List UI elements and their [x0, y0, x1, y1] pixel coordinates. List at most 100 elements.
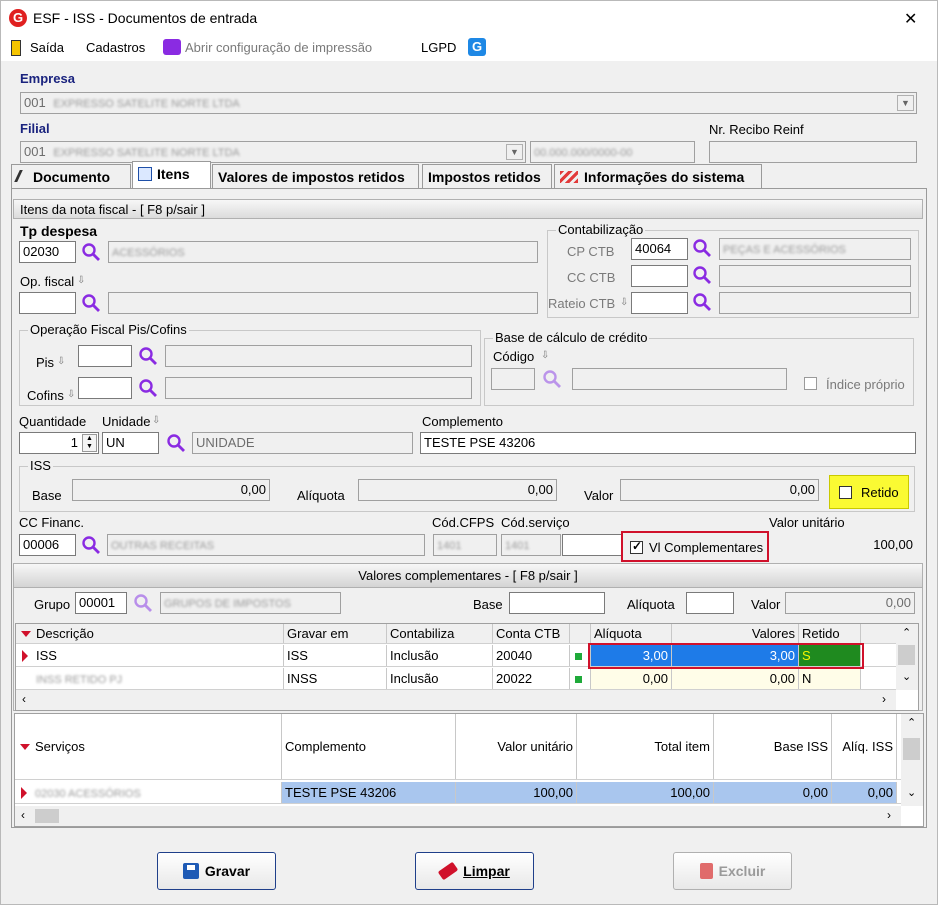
excluir-button[interactable]: Excluir — [673, 852, 792, 890]
cc-ctb-search-icon[interactable] — [692, 265, 712, 285]
unidade-code-field[interactable]: UN — [102, 432, 159, 454]
col-retido[interactable]: Retido — [799, 624, 861, 643]
menu-saida[interactable]: Saída — [30, 40, 64, 55]
lgpd-logo-icon[interactable]: G — [468, 38, 486, 56]
menu-lgpd[interactable]: LGPD — [421, 40, 456, 55]
tab-valores-impostos[interactable]: Valores de impostos retidos — [212, 164, 419, 189]
comp-valor-label: Valor — [751, 597, 781, 612]
rateio-sort-icon: ⇩ — [620, 297, 629, 308]
vl-complementares-checkbox[interactable]: ✓ Vl Complementares — [621, 531, 769, 562]
cell-retido[interactable]: N — [799, 668, 861, 689]
scroll-thumb[interactable] — [898, 645, 915, 665]
scroll-right-icon[interactable]: › — [887, 808, 891, 822]
quantidade-field[interactable]: 1 ▲ ▼ — [19, 432, 99, 454]
quantidade-spinner-icon[interactable]: ▲ ▼ — [82, 434, 97, 452]
cell-contabiliza: Inclusão — [387, 668, 493, 689]
cell-complemento: TESTE PSE 43206 — [282, 782, 456, 803]
hscroll-thumb[interactable] — [35, 809, 59, 823]
cofins-search-icon[interactable] — [138, 378, 158, 398]
col-complemento[interactable]: Complemento — [282, 714, 456, 779]
col-servicos[interactable]: Serviços — [32, 714, 282, 779]
table-row[interactable]: 02030 ACESSÓRIOS TESTE PSE 43206 100,00 … — [15, 782, 923, 804]
base-credito-search-icon[interactable] — [542, 369, 562, 389]
pis-search-icon[interactable] — [138, 346, 158, 366]
scroll-up-icon[interactable]: ⌃ — [907, 716, 916, 729]
grupo-search-icon[interactable] — [133, 593, 153, 613]
gravar-button[interactable]: Gravar — [157, 852, 276, 890]
comp-aliquota-field[interactable] — [686, 592, 734, 614]
col-total-item[interactable]: Total item — [577, 714, 714, 779]
complementares-vscrollbar[interactable]: ⌃ ⌄ — [896, 624, 918, 690]
complementares-grid[interactable]: Descrição Gravar em Contabiliza Conta CT… — [15, 623, 919, 711]
cc-ctb-code-field[interactable] — [631, 265, 688, 287]
servicos-grid[interactable]: Serviços Complemento Valor unitário Tota… — [14, 713, 924, 827]
iss-retido-checkbox[interactable]: Retido — [829, 475, 909, 509]
tab-documento[interactable]: Documento — [11, 164, 131, 189]
scroll-right-icon[interactable]: › — [882, 692, 886, 706]
close-icon[interactable]: ✕ — [904, 9, 917, 29]
rateio-ctb-search-icon[interactable] — [692, 292, 712, 312]
empresa-field[interactable]: 001 EXPRESSO SATELITE NORTE LTDA ▼ — [20, 92, 917, 114]
col-valor-unitario[interactable]: Valor unitário — [456, 714, 577, 779]
trash-icon — [699, 863, 713, 879]
recibo-field[interactable] — [709, 141, 917, 163]
complementares-hscrollbar[interactable]: ‹ › — [16, 690, 896, 710]
col-descricao[interactable]: Descrição — [33, 624, 284, 643]
unidade-label: Unidade — [102, 414, 151, 429]
tab-impostos-retidos[interactable]: Impostos retidos — [422, 164, 552, 189]
pis-cofins-title: Operação Fiscal Pis/Cofins — [28, 322, 189, 337]
col-conta[interactable]: Conta CTB — [493, 624, 570, 643]
table-row[interactable]: INSS RETIDO PJ INSS Inclusão 20022 0,00 … — [16, 668, 918, 690]
tp-despesa-search-icon[interactable] — [81, 242, 101, 262]
save-icon — [182, 863, 199, 879]
servicos-hscrollbar[interactable]: ‹ › — [15, 806, 901, 826]
cp-ctb-search-icon[interactable] — [692, 238, 712, 258]
cell-aliquota[interactable]: 0,00 — [591, 668, 672, 689]
filial-field[interactable]: 001 EXPRESSO SATELITE NORTE LTDA ▼ — [20, 141, 526, 163]
retido-check-box[interactable] — [839, 486, 852, 499]
cc-financ-search-icon[interactable] — [81, 535, 101, 555]
grupo-code-field[interactable]: 00001 — [75, 592, 127, 614]
complemento-field[interactable]: TESTE PSE 43206 — [420, 432, 916, 454]
cc-financ-code-field[interactable]: 00006 — [19, 534, 76, 556]
servicos-vscrollbar[interactable]: ⌃ ⌄ — [901, 714, 923, 806]
tab-itens[interactable]: Itens — [132, 161, 211, 189]
cofins-desc-field — [165, 377, 472, 399]
col-valores[interactable]: Valores — [672, 624, 799, 643]
indice-proprio-checkbox[interactable] — [804, 377, 817, 390]
scroll-left-icon[interactable]: ‹ — [21, 808, 25, 822]
scroll-thumb[interactable] — [903, 738, 920, 760]
menu-cadastros[interactable]: Cadastros — [86, 40, 145, 55]
col-contabiliza[interactable]: Contabiliza — [387, 624, 493, 643]
cp-ctb-code-field[interactable]: 40064 — [631, 238, 688, 260]
scroll-down-icon[interactable]: ⌄ — [907, 786, 916, 799]
cofins-code-field[interactable] — [78, 377, 132, 399]
cell-valores[interactable]: 0,00 — [672, 668, 799, 689]
scroll-left-icon[interactable]: ‹ — [22, 692, 26, 706]
col-aliquota[interactable]: Alíquota — [591, 624, 672, 643]
filial-dropdown-icon[interactable]: ▼ — [506, 144, 523, 160]
vl-complementares-check[interactable]: ✓ — [630, 539, 643, 554]
cell-descricao-text: INSS RETIDO PJ — [36, 674, 123, 686]
op-fiscal-code-field[interactable] — [19, 292, 76, 314]
empresa-dropdown-icon[interactable]: ▼ — [897, 95, 914, 111]
col-aliq-iss[interactable]: Alíq. ISS — [832, 714, 897, 779]
col-base-iss[interactable]: Base ISS — [714, 714, 832, 779]
cell-conta: 20022 — [493, 668, 570, 689]
scroll-down-icon[interactable]: ⌄ — [902, 670, 911, 683]
pis-code-field[interactable] — [78, 345, 132, 367]
tab-informacoes-label: Informações do sistema — [584, 169, 745, 185]
cell-servico: 02030 ACESSÓRIOS — [32, 782, 282, 803]
unidade-search-icon[interactable] — [166, 433, 186, 453]
rateio-ctb-code-field[interactable] — [631, 292, 688, 314]
menu-print-config[interactable]: Abrir configuração de impressão — [185, 40, 372, 55]
limpar-button[interactable]: Limpar — [415, 852, 534, 890]
scroll-up-icon[interactable]: ⌃ — [902, 626, 911, 639]
comp-valor-field[interactable]: 0,00 — [785, 592, 915, 614]
tab-informacoes[interactable]: Informações do sistema — [554, 164, 762, 189]
op-fiscal-search-icon[interactable] — [81, 293, 101, 313]
cod-servico-extra-field[interactable] — [562, 534, 622, 556]
col-gravar[interactable]: Gravar em — [284, 624, 387, 643]
tp-despesa-code-field[interactable]: 02030 — [19, 241, 76, 263]
comp-base-field[interactable] — [509, 592, 605, 614]
